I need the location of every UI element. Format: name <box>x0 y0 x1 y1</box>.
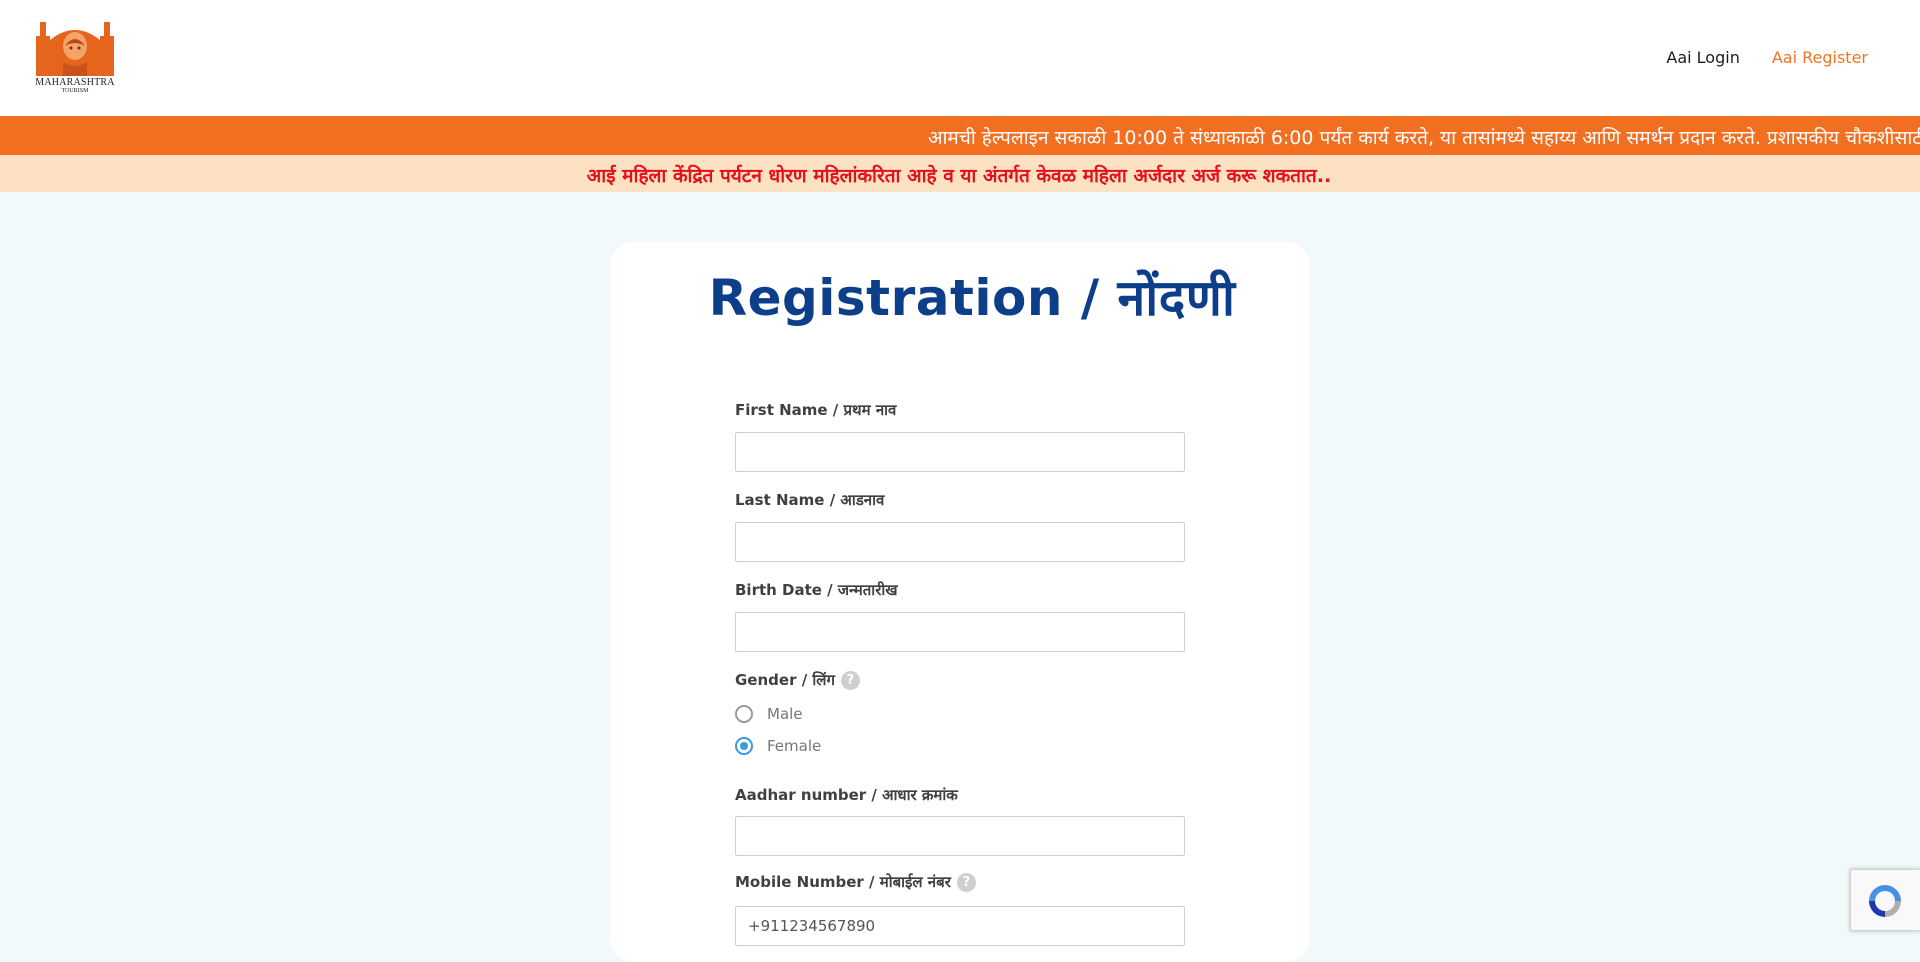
mobile-input[interactable] <box>735 906 1185 946</box>
gateway-logo-icon <box>36 22 114 76</box>
help-icon[interactable]: ? <box>956 873 976 892</box>
women-policy-notice: आई महिला केंद्रित पर्यटन धोरण महिलांकरित… <box>0 155 1920 192</box>
aai-register-link[interactable]: Aai Register <box>1772 48 1868 67</box>
helpline-marquee: आमची हेल्पलाइन सकाळी 10:00 ते संध्याकाळी… <box>0 116 1920 155</box>
first-name-label: First Name / प्रथम नाव <box>735 401 897 419</box>
birth-date-input[interactable] <box>735 612 1185 652</box>
mobile-label: Mobile Number / मोबाईल नंबर? <box>735 872 976 892</box>
radio-button-female[interactable] <box>735 737 753 755</box>
recaptcha-badge[interactable] <box>1850 869 1920 931</box>
logo-subtitle: TOURISM <box>61 88 89 94</box>
notice-text: आई महिला केंद्रित पर्यटन धोरण महिलांकरित… <box>586 165 1332 187</box>
gender-option-male[interactable]: Male <box>735 705 803 723</box>
last-name-label: Last Name / आडनाव <box>735 491 885 509</box>
gender-option-female[interactable]: Female <box>735 737 821 755</box>
mobile-label-text: Mobile Number / मोबाईल नंबर <box>735 873 951 891</box>
gender-option-label: Female <box>767 737 822 755</box>
logo-name: MAHARASHTRA <box>35 77 115 88</box>
first-name-input[interactable] <box>735 432 1185 472</box>
site-header: MAHARASHTRA TOURISM Aai Login Aai Regist… <box>0 0 1920 116</box>
maharashtra-tourism-logo[interactable]: MAHARASHTRA TOURISM <box>34 18 116 96</box>
aai-login-link[interactable]: Aai Login <box>1666 48 1739 67</box>
gender-option-label: Male <box>767 705 803 723</box>
gender-label-text: Gender / लिंग <box>735 671 835 689</box>
birth-date-label: Birth Date / जन्मतारीख <box>735 581 898 599</box>
aadhar-input[interactable] <box>735 816 1185 856</box>
gender-label: Gender / लिंग? <box>735 670 860 690</box>
aadhar-label: Aadhar number / आधार क्रमांक <box>735 786 958 804</box>
marquee-text: आमची हेल्पलाइन सकाळी 10:00 ते संध्याकाळी… <box>928 127 1920 149</box>
help-icon[interactable]: ? <box>840 671 860 690</box>
registration-card: Registration / नोंदणी First Name / प्रथम… <box>610 242 1310 962</box>
radio-button-male[interactable] <box>735 705 753 723</box>
page-title: Registration / नोंदणी <box>708 269 1236 327</box>
top-nav: Aai Login Aai Register <box>1666 48 1868 67</box>
last-name-input[interactable] <box>735 522 1185 562</box>
recaptcha-icon <box>1869 885 1901 917</box>
